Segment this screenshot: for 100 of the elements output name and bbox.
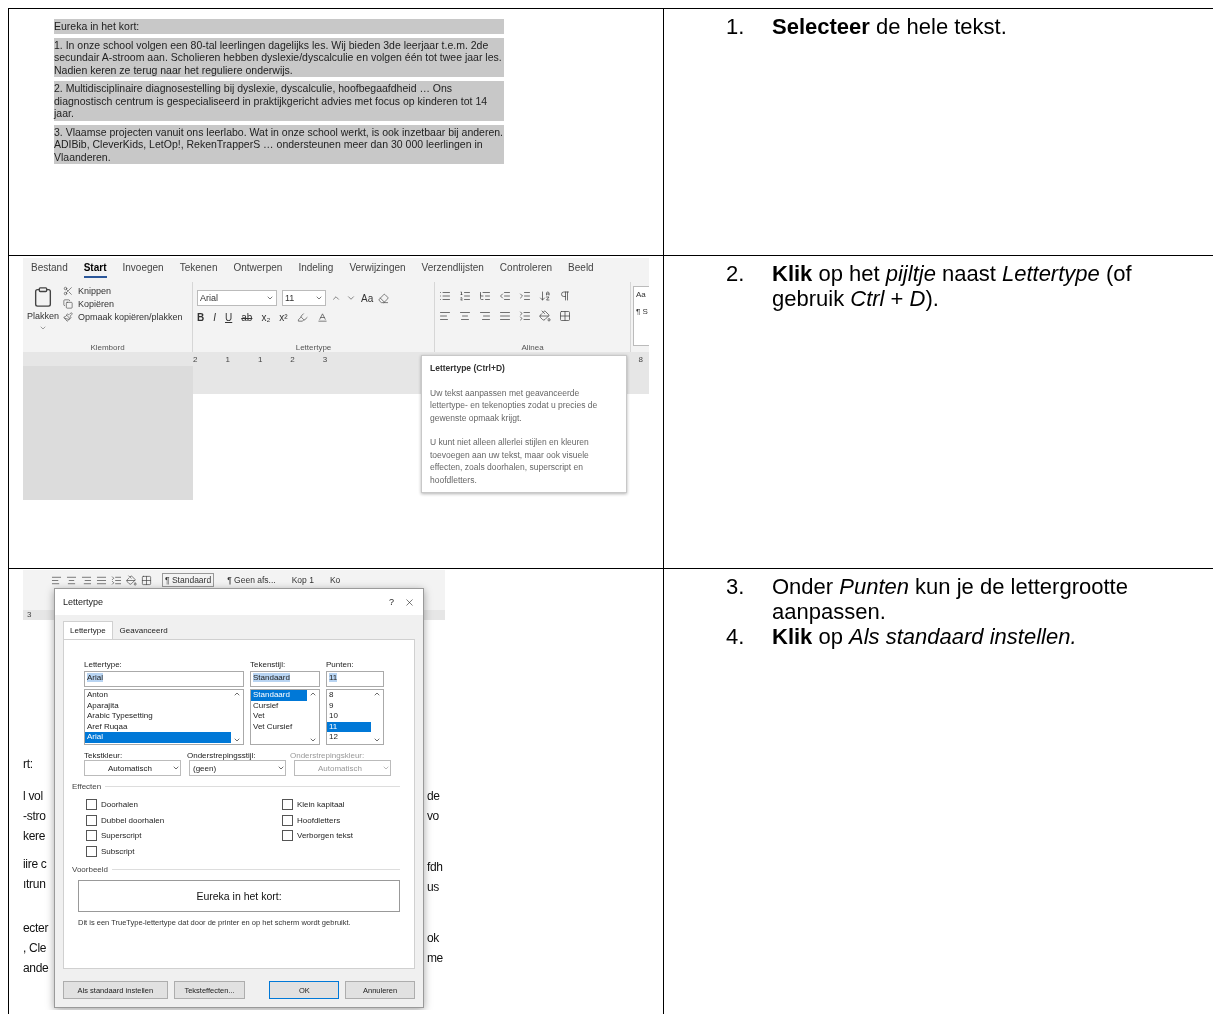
shrink-font-icon[interactable] <box>346 293 356 303</box>
list-item[interactable]: Standaard <box>251 690 307 701</box>
scroll-down-icon[interactable] <box>373 736 381 744</box>
font-color-icon[interactable] <box>316 312 328 323</box>
line-spacing-icon[interactable] <box>111 574 122 586</box>
dropdown[interactable]: Automatisch <box>84 760 181 776</box>
highlighter-icon[interactable] <box>296 312 308 323</box>
style-item[interactable]: Kop 1 <box>288 573 317 587</box>
style-item[interactable]: Ko <box>326 573 344 587</box>
caret-icon[interactable] <box>277 764 285 772</box>
scroll-up-icon[interactable] <box>233 690 241 698</box>
style-gallery[interactable]: Aa ¶ S <box>633 286 649 346</box>
scroll-up-icon[interactable] <box>373 690 381 698</box>
indent-decrease-icon[interactable] <box>499 290 511 302</box>
checkbox[interactable] <box>86 830 97 842</box>
format-button[interactable]: ab <box>241 312 253 323</box>
paint-bucket-icon[interactable] <box>126 574 137 586</box>
scroll-down-icon[interactable] <box>309 736 317 744</box>
align-justify-icon[interactable] <box>96 574 107 586</box>
scissors-icon[interactable] <box>63 286 74 296</box>
help-button[interactable]: ? <box>389 597 394 607</box>
list-item[interactable]: Arial <box>85 732 231 743</box>
change-case-button[interactable]: Aa <box>361 292 374 304</box>
style-item[interactable]: ¶ Geen afs... <box>224 573 279 587</box>
list-item[interactable]: 12 <box>327 732 371 743</box>
align-right-icon[interactable] <box>81 574 92 586</box>
caret-icon[interactable] <box>266 294 274 302</box>
list-item[interactable]: Cursief <box>251 700 307 711</box>
format-button[interactable]: x₂ <box>261 312 271 323</box>
pilcrow-icon[interactable] <box>559 290 571 302</box>
list-item[interactable]: Anton <box>85 690 231 701</box>
ribbon-tab[interactable]: Ontwerpen <box>233 262 283 278</box>
borders-icon[interactable] <box>559 310 571 322</box>
copy-icon[interactable] <box>63 299 74 309</box>
ribbon-tab[interactable]: Indeling <box>298 262 334 278</box>
dialog-tab[interactable]: Lettertype <box>63 621 113 639</box>
format-button[interactable]: x² <box>279 312 288 323</box>
caret-icon[interactable] <box>39 324 47 332</box>
ribbon-tab[interactable]: Start <box>83 262 107 278</box>
caret-icon[interactable] <box>172 764 180 772</box>
ribbon-tab[interactable]: Controleren <box>499 262 553 278</box>
list-item[interactable]: 10 <box>327 711 371 722</box>
checkbox[interactable] <box>86 814 97 826</box>
input-field[interactable]: Arial <box>84 671 244 687</box>
ribbon-tab[interactable]: Verzendlijsten <box>421 262 484 278</box>
align-left-icon[interactable] <box>51 574 62 586</box>
multilevel-list-icon[interactable] <box>479 290 491 302</box>
list-box[interactable]: Standaard Cursief Vet Vet Cursief <box>250 689 320 745</box>
align-center-icon[interactable] <box>459 310 471 322</box>
font-size-field[interactable]: 11 <box>282 290 326 306</box>
close-icon[interactable] <box>404 596 415 608</box>
eraser-icon[interactable] <box>378 292 390 304</box>
checkbox[interactable] <box>86 799 97 811</box>
sort-icon[interactable] <box>539 290 551 302</box>
list-item[interactable]: Vet <box>251 711 307 722</box>
paintbrush-icon[interactable] <box>63 312 74 322</box>
checkbox[interactable] <box>282 799 293 811</box>
list-box[interactable]: 8 9 10 11 12 <box>326 689 384 745</box>
list-item[interactable]: Aref Ruqaa <box>85 721 231 732</box>
input-field[interactable]: 11 <box>326 671 384 687</box>
clipboard-icon[interactable] <box>32 286 54 308</box>
input-field[interactable]: Standaard <box>250 671 320 687</box>
checkbox[interactable] <box>282 830 293 842</box>
line-spacing-icon[interactable] <box>519 310 531 322</box>
grow-font-icon[interactable] <box>331 293 341 303</box>
caret-icon[interactable] <box>315 294 323 302</box>
format-button[interactable]: I <box>213 312 216 323</box>
bullets-icon[interactable] <box>439 290 451 302</box>
align-center-icon[interactable] <box>66 574 77 586</box>
align-justify-icon[interactable] <box>499 310 511 322</box>
dropdown[interactable]: (geen) <box>189 760 286 776</box>
list-item[interactable]: 9 <box>327 700 371 711</box>
list-box[interactable]: Anton Aparajita Arabic Typesetting Aref Ruqaa Arial <box>84 689 244 745</box>
scroll-up-icon[interactable] <box>309 690 317 698</box>
numbering-icon[interactable] <box>459 290 471 302</box>
cut-button[interactable]: Knippen <box>78 286 112 296</box>
list-item[interactable]: 11 <box>327 721 371 732</box>
ribbon-tab[interactable]: Verwijzingen <box>349 262 406 278</box>
dialog-tab[interactable]: Geavanceerd <box>112 621 175 639</box>
ribbon-tab[interactable]: Tekenen <box>179 262 218 278</box>
list-item[interactable]: Vet Cursief <box>251 721 307 732</box>
list-item[interactable]: Aparajita <box>85 700 231 711</box>
indent-increase-icon[interactable] <box>519 290 531 302</box>
copy-button[interactable]: Kopiëren <box>78 299 115 309</box>
font-name-field[interactable]: Arial <box>197 290 277 306</box>
format-button[interactable]: B <box>197 312 205 323</box>
ribbon-tab[interactable]: Beeld <box>568 262 594 278</box>
ribbon-tab[interactable]: Bestand <box>31 262 68 278</box>
align-left-icon[interactable] <box>439 310 451 322</box>
align-right-icon[interactable] <box>479 310 491 322</box>
ribbon-tab[interactable]: Invoegen <box>122 262 164 278</box>
list-item[interactable]: 8 <box>327 690 371 701</box>
checkbox[interactable] <box>86 845 97 857</box>
paint-bucket-icon[interactable] <box>539 310 551 322</box>
list-item[interactable]: Arabic Typesetting <box>85 711 231 722</box>
format-painter-button[interactable]: Opmaak kopiëren/plakken <box>78 312 183 322</box>
scroll-down-icon[interactable] <box>233 736 241 744</box>
style-item[interactable]: ¶ Standaard <box>162 573 215 587</box>
checkbox[interactable] <box>282 814 293 826</box>
paste-button[interactable]: Plakken <box>27 311 60 321</box>
